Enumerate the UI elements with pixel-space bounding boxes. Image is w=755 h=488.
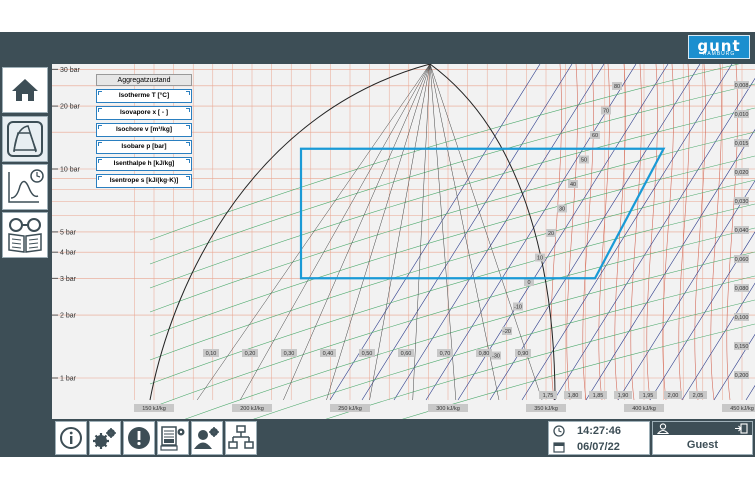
data-logger-icon [160, 426, 185, 451]
chart-clock-icon [8, 169, 44, 203]
isochore-curve [149, 64, 740, 241]
time-value: 14:27:46 [577, 425, 622, 437]
isochore-curve [149, 155, 755, 337]
isotherm-label: 50 [581, 158, 587, 164]
gunt-logo: gunt HAMBURG [688, 35, 750, 59]
isochore-label: 0,060 [735, 257, 749, 263]
date-value: 06/07/22 [577, 441, 620, 453]
documentation-button[interactable] [2, 212, 48, 258]
quality-label: 0,50 [362, 351, 373, 357]
isochore-label: 0,100 [735, 315, 749, 321]
isotherm-label: 70 [603, 109, 609, 115]
pressure-label: 20 bar [60, 104, 81, 111]
legend-item-isotherm[interactable]: Isotherme T [°C] [96, 89, 192, 103]
entropy-label: 1,85 [593, 393, 604, 399]
isochore-label: 0,200 [735, 373, 749, 379]
isochore-label: 0,020 [735, 170, 749, 176]
enthalpy-label: 450 kJ/kg [730, 406, 754, 412]
isochore-label: 0,015 [735, 141, 749, 147]
settings-button[interactable] [89, 421, 121, 455]
alert-icon [128, 427, 150, 449]
quality-label: 0,60 [401, 351, 412, 357]
isochore-label: 0,080 [735, 286, 749, 292]
quality-label: 0,30 [284, 351, 295, 357]
entropy-label: 2,00 [668, 393, 679, 399]
enthalpy-label: 300 kJ/kg [436, 406, 460, 412]
enthalpy-label: 200 kJ/kg [240, 406, 264, 412]
pressure-label: 5 bar [60, 229, 77, 236]
quality-label: 0,80 [479, 351, 490, 357]
isotherm-label: 60 [592, 133, 598, 139]
legend-item-isentrope[interactable]: Isentrope s [kJ/(kg·K)] [96, 174, 192, 188]
isotherm-label: 0 [527, 280, 530, 286]
isotherm-label: -20 [503, 329, 511, 335]
user-icon [657, 423, 669, 434]
logout-icon[interactable] [734, 423, 748, 434]
alert-button[interactable] [123, 421, 155, 455]
legend-item-isochore[interactable]: Isochore v [m³/kg] [96, 123, 192, 137]
isotherm-label: 80 [614, 84, 620, 90]
chart-history-button[interactable] [2, 164, 48, 210]
entropy-label: 2,05 [693, 393, 704, 399]
legend-title: Aggregatzustand [96, 74, 192, 86]
quality-label: 0,40 [323, 351, 334, 357]
pressure-label: 10 bar [60, 167, 81, 174]
diagram-button[interactable] [2, 116, 48, 162]
enthalpy-label: 400 kJ/kg [632, 406, 656, 412]
diagram-icon [7, 121, 43, 157]
isotherm-label: -10 [514, 305, 522, 311]
quality-label: 0,70 [440, 351, 451, 357]
legend-item-isobar[interactable]: Isobare p [bar] [96, 140, 192, 154]
quality-label: 0,20 [245, 351, 256, 357]
top-bar [0, 32, 755, 64]
network-button[interactable] [225, 421, 257, 455]
pressure-label: 1 bar [60, 376, 77, 383]
data-logger-button[interactable] [157, 421, 189, 455]
isochore-label: 0,010 [735, 112, 749, 118]
legend-item-isenthalp[interactable]: Isenthalpe h [kJ/kg] [96, 157, 192, 171]
glasses-book-icon [8, 218, 42, 253]
info-button[interactable] [55, 421, 87, 455]
calendar-icon [553, 442, 565, 453]
pressure-label: 2 bar [60, 313, 77, 320]
pressure-label: 4 bar [60, 250, 77, 257]
isotherm-label: 30 [559, 207, 565, 213]
clock-icon [553, 425, 565, 437]
user-name: Guest [686, 439, 719, 451]
user-header [653, 422, 752, 435]
legend: Aggregatzustand Isotherme T [°C] Isovapo… [96, 74, 192, 191]
isochore-label: 0,040 [735, 228, 749, 234]
info-icon [60, 427, 82, 449]
isochore-label: 0,150 [735, 344, 749, 350]
isochore-curve [149, 179, 755, 361]
user-settings-button[interactable] [191, 421, 223, 455]
pressure-label: 30 bar [60, 67, 81, 74]
network-icon [228, 425, 254, 449]
enthalpy-label: 150 kJ/kg [142, 406, 166, 412]
entropy-label: 1,75 [543, 393, 554, 399]
quality-label: 0,10 [206, 351, 217, 357]
settings-icon [93, 428, 116, 449]
datetime-display: 14:27:46 06/07/22 [548, 421, 650, 455]
pressure-label: 3 bar [60, 276, 77, 283]
isochore-label: 0,030 [735, 199, 749, 205]
isotherm-label: 40 [570, 182, 576, 188]
home-button[interactable] [2, 67, 48, 113]
isotherm-label: -30 [492, 354, 500, 360]
enthalpy-label: 350 kJ/kg [534, 406, 558, 412]
quality-label: 0,90 [518, 351, 529, 357]
enthalpy-label: 250 kJ/kg [338, 406, 362, 412]
isochore-curve [149, 107, 755, 289]
entropy-label: 1,90 [618, 393, 629, 399]
user-login-box[interactable]: Guest [652, 421, 753, 455]
isotherm-label: 10 [537, 256, 543, 262]
legend-item-isovapor[interactable]: Isovapore x [ - ] [96, 106, 192, 120]
isotherm-label: 20 [548, 231, 554, 237]
entropy-label: 1,95 [643, 393, 654, 399]
isochore-label: 0,008 [735, 83, 749, 89]
logo-subtext: HAMBURG [702, 51, 736, 57]
entropy-label: 1,80 [568, 393, 579, 399]
user-settings-icon [194, 427, 219, 449]
home-icon [12, 79, 38, 101]
